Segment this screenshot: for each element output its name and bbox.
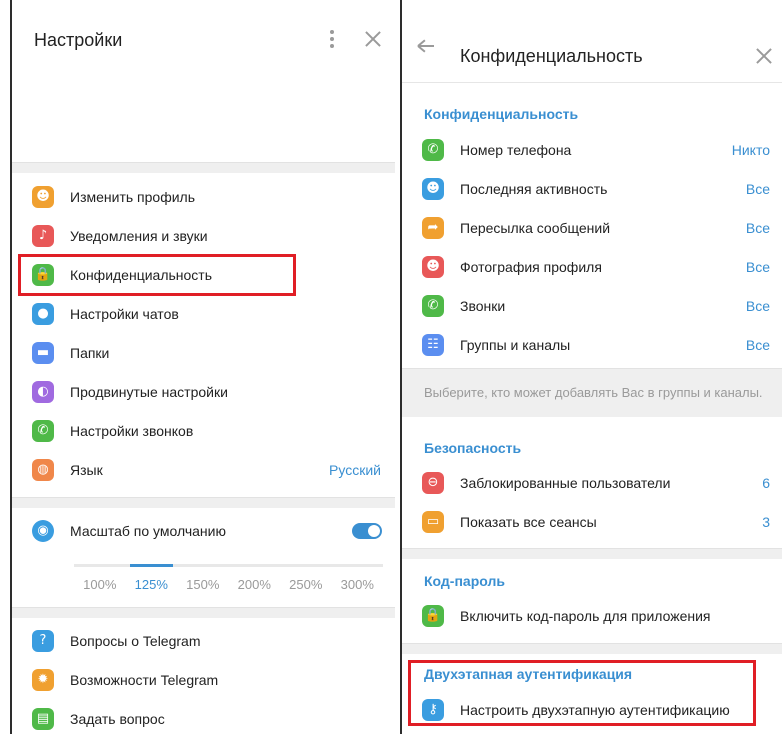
chat-bubble-icon: ▤ bbox=[32, 708, 54, 730]
scale-option[interactable]: 300% bbox=[331, 577, 383, 592]
security-item-laptop[interactable]: ▭ Показать все сеансы 3 bbox=[402, 503, 782, 541]
advanced-icon: ◐ bbox=[32, 381, 54, 403]
profile-photo-icon: ☻ bbox=[422, 256, 444, 278]
chat-icon: ● bbox=[32, 303, 54, 325]
lock-icon: 🔒 bbox=[422, 605, 444, 627]
settings-header: Настройки bbox=[12, 0, 395, 82]
privacy-item-forward-value: Все bbox=[745, 220, 770, 236]
divider bbox=[12, 162, 395, 173]
settings-item-bell-label: Уведомления и звуки bbox=[70, 228, 208, 244]
scale-label: Масштаб по умолчанию bbox=[70, 523, 226, 539]
settings-item-advanced-label: Продвинутые настройки bbox=[70, 384, 228, 400]
security-item-laptop-value: 3 bbox=[762, 514, 770, 530]
close-icon[interactable] bbox=[752, 44, 776, 68]
profile-icon: ☻ bbox=[32, 186, 54, 208]
forward-icon: ➦ bbox=[422, 217, 444, 239]
bulb-icon: ✹ bbox=[32, 669, 54, 691]
privacy-item-profile-photo-label: Фотография профиля bbox=[460, 259, 602, 275]
privacy-title: Конфиденциальность bbox=[460, 46, 643, 66]
settings-panel: Настройки ☻ Изменить профиль ♪ Уведомления … bbox=[10, 0, 395, 734]
help-item-bulb[interactable]: ✹ Возможности Telegram bbox=[12, 661, 395, 699]
scale-option[interactable]: 250% bbox=[280, 577, 332, 592]
privacy-item-phone[interactable]: ✆ Номер телефона Никто bbox=[402, 131, 782, 169]
more-menu-icon[interactable] bbox=[329, 30, 335, 50]
scale-option[interactable]: 125% bbox=[125, 577, 177, 592]
privacy-item-groups[interactable]: ☷ Группы и каналы Все bbox=[402, 326, 782, 364]
privacy-item-phone-value: Никто bbox=[731, 142, 770, 158]
privacy-hint: Выберите, кто может добавлять Вас в груп… bbox=[424, 385, 763, 400]
passcode-section-title: Код-пароль bbox=[424, 573, 505, 589]
security-item-blocked[interactable]: ⊖ Заблокированные пользователи 6 bbox=[402, 464, 782, 502]
privacy-item-phone-label: Номер телефона bbox=[460, 142, 572, 158]
close-icon[interactable] bbox=[361, 27, 385, 51]
privacy-section-title: Конфиденциальность bbox=[424, 106, 579, 122]
divider bbox=[12, 497, 395, 508]
settings-item-phone[interactable]: ✆ Настройки звонков bbox=[12, 412, 395, 450]
security-item-blocked-label: Заблокированные пользователи bbox=[460, 475, 671, 491]
privacy-item-groups-label: Группы и каналы bbox=[460, 337, 571, 353]
settings-item-profile[interactable]: ☻ Изменить профиль bbox=[12, 178, 395, 216]
settings-item-profile-label: Изменить профиль bbox=[70, 189, 195, 205]
settings-item-phone-label: Настройки звонков bbox=[70, 423, 194, 439]
scale-option[interactable]: 100% bbox=[74, 577, 126, 592]
phone-icon: ✆ bbox=[422, 139, 444, 161]
blocked-icon: ⊖ bbox=[422, 472, 444, 494]
phone-icon: ✆ bbox=[32, 420, 54, 442]
settings-item-advanced[interactable]: ◐ Продвинутые настройки bbox=[12, 373, 395, 411]
settings-item-folder-label: Папки bbox=[70, 345, 110, 361]
settings-item-globe-value: Русский bbox=[329, 462, 381, 478]
laptop-icon: ▭ bbox=[422, 511, 444, 533]
settings-item-globe-label: Язык bbox=[70, 462, 103, 478]
scale-row[interactable]: ◉ Масштаб по умолчанию bbox=[12, 512, 395, 550]
privacy-item-profile-photo-value: Все bbox=[745, 259, 770, 275]
groups-icon: ☷ bbox=[422, 334, 444, 356]
help-item-chat-bubble-label: Задать вопрос bbox=[70, 711, 165, 727]
highlight-twofa bbox=[408, 660, 756, 726]
settings-item-globe[interactable]: ◍ Язык Русский bbox=[12, 451, 395, 489]
eye-icon: ◉ bbox=[32, 520, 54, 542]
scale-selected-indicator bbox=[129, 564, 173, 567]
user-clock-icon: ☻ bbox=[422, 178, 444, 200]
privacy-item-calls[interactable]: ✆ Звонки Все bbox=[402, 287, 782, 325]
scale-option[interactable]: 150% bbox=[177, 577, 229, 592]
folder-icon: ▬ bbox=[32, 342, 54, 364]
privacy-item-calls-label: Звонки bbox=[460, 298, 506, 314]
security-section-title: Безопасность bbox=[424, 440, 522, 456]
privacy-item-user-clock-value: Все bbox=[745, 181, 770, 197]
scale-option[interactable]: 200% bbox=[228, 577, 280, 592]
security-item-laptop-label: Показать все сеансы bbox=[460, 514, 597, 530]
divider bbox=[12, 607, 395, 618]
privacy-item-calls-value: Все bbox=[745, 298, 770, 314]
privacy-item-user-clock-label: Последняя активность bbox=[460, 181, 608, 197]
privacy-item-groups-value: Все bbox=[745, 337, 770, 353]
highlight-privacy bbox=[18, 254, 296, 296]
passcode-label: Включить код-пароль для приложения bbox=[460, 608, 711, 624]
privacy-item-user-clock[interactable]: ☻ Последняя активность Все bbox=[402, 170, 782, 208]
calls-icon: ✆ bbox=[422, 295, 444, 317]
settings-item-bell[interactable]: ♪ Уведомления и звуки bbox=[12, 217, 395, 255]
help-item-question-label: Вопросы о Telegram bbox=[70, 633, 201, 649]
settings-item-chat[interactable]: ● Настройки чатов bbox=[12, 295, 395, 333]
scale-toggle[interactable] bbox=[352, 523, 382, 539]
back-arrow-icon[interactable] bbox=[418, 45, 434, 47]
divider bbox=[402, 548, 782, 559]
globe-icon: ◍ bbox=[32, 459, 54, 481]
privacy-item-profile-photo[interactable]: ☻ Фотография профиля Все bbox=[402, 248, 782, 286]
security-item-blocked-value: 6 bbox=[762, 475, 770, 491]
privacy-hint-block: Выберите, кто может добавлять Вас в груп… bbox=[402, 368, 782, 417]
help-item-question[interactable]: ? Вопросы о Telegram bbox=[12, 622, 395, 660]
bell-icon: ♪ bbox=[32, 225, 54, 247]
question-icon: ? bbox=[32, 630, 54, 652]
settings-item-chat-label: Настройки чатов bbox=[70, 306, 179, 322]
help-item-chat-bubble[interactable]: ▤ Задать вопрос bbox=[12, 700, 395, 734]
help-item-bulb-label: Возможности Telegram bbox=[70, 672, 219, 688]
privacy-item-forward[interactable]: ➦ Пересылка сообщений Все bbox=[402, 209, 782, 247]
divider bbox=[402, 643, 782, 654]
passcode-row[interactable]: 🔒 Включить код-пароль для приложения bbox=[402, 597, 782, 635]
privacy-panel: Конфиденциальность Конфиденциальность ✆ Н… bbox=[400, 0, 782, 734]
settings-item-folder[interactable]: ▬ Папки bbox=[12, 334, 395, 372]
privacy-item-forward-label: Пересылка сообщений bbox=[460, 220, 611, 236]
privacy-header: Конфиденциальность bbox=[402, 0, 782, 83]
settings-title: Настройки bbox=[34, 30, 123, 50]
